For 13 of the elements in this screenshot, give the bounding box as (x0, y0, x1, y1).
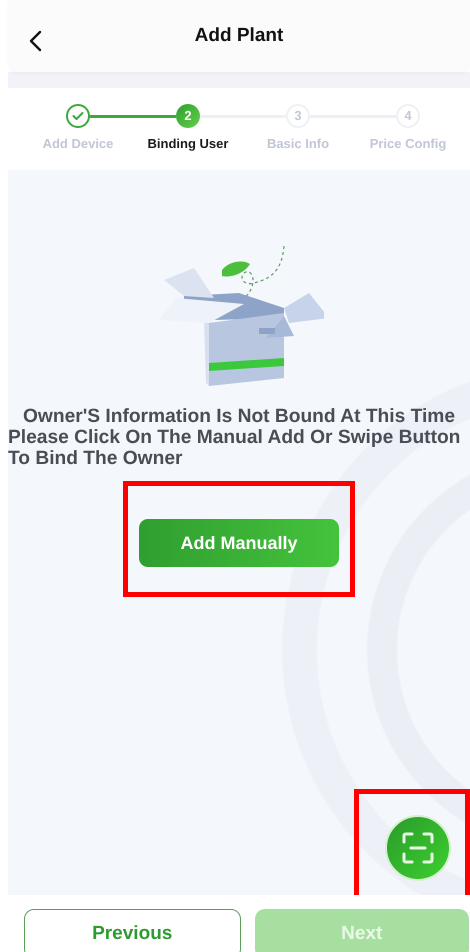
step-label: Basic Info (266, 135, 330, 153)
step-number: 2 (176, 104, 200, 128)
previous-button[interactable]: Previous (24, 909, 240, 952)
step-number: 4 (396, 104, 420, 128)
scan-icon (401, 831, 435, 865)
empty-state-message: Owner'S Information Is Not Bound At This Time Please Click On The Manual Add Or Swipe Button To Bind The Owner (8, 406, 460, 469)
step-label: Add Device (42, 135, 114, 153)
add-manually-button[interactable]: Add Manually (139, 519, 339, 567)
step-number: 3 (286, 104, 310, 128)
step-label: Binding User (148, 135, 228, 153)
back-icon[interactable] (28, 30, 44, 52)
page-title: Add Plant (194, 24, 284, 48)
step-label: Price Config (370, 135, 446, 153)
